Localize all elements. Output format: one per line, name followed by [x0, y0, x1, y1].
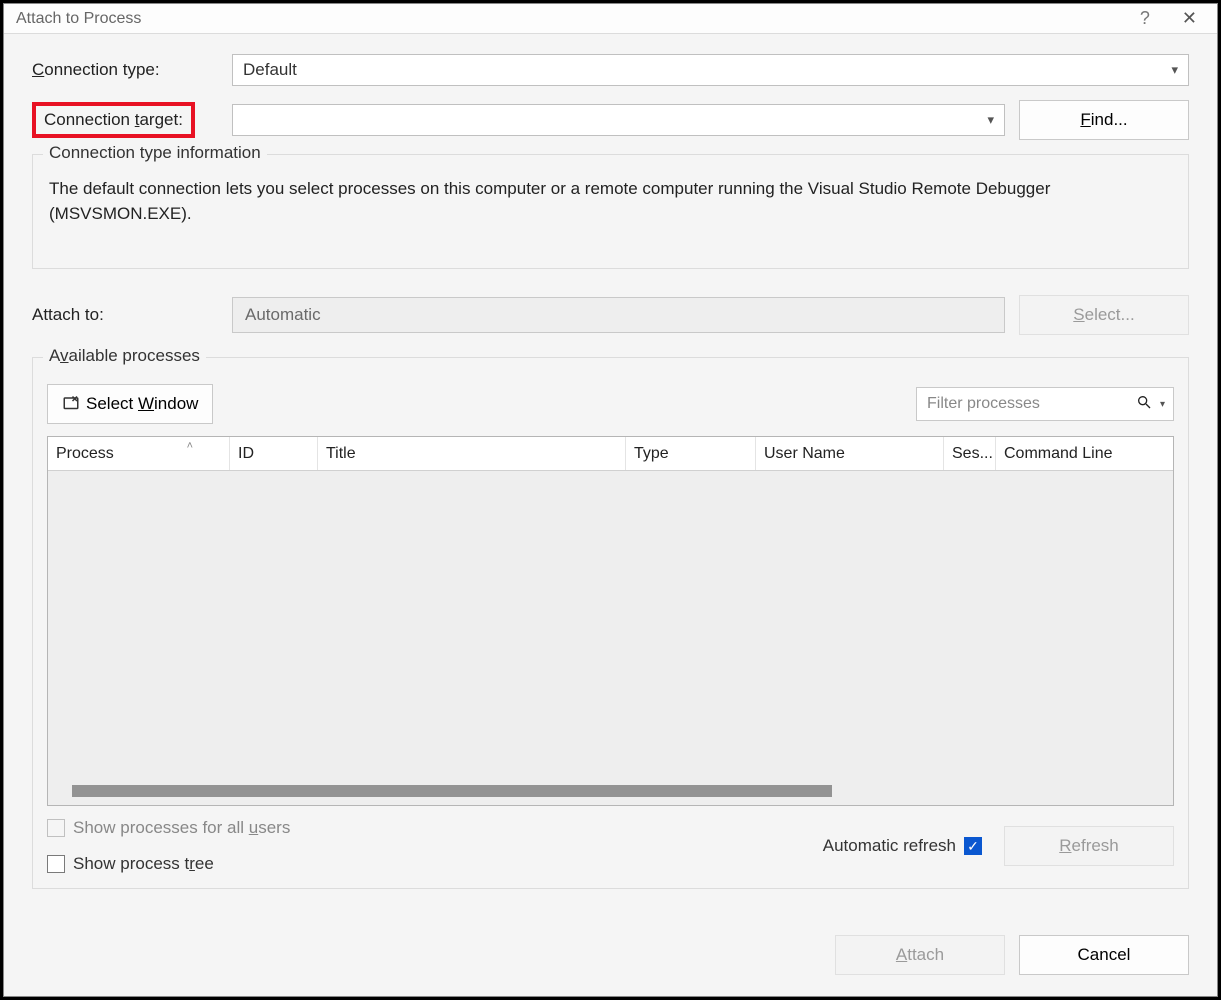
checkbox-box: [47, 819, 65, 837]
search-icon[interactable]: [1136, 394, 1152, 415]
attach-to-process-dialog: Attach to Process ? ✕ Connection type: D…: [3, 3, 1218, 997]
sort-asc-icon: ˄: [187, 440, 193, 452]
connection-type-dropdown[interactable]: Default ▾: [232, 54, 1189, 86]
column-id[interactable]: ID: [230, 437, 318, 470]
column-command-line[interactable]: Command Line: [996, 437, 1173, 470]
connection-target-row: Connection target: ▾ Find...: [32, 100, 1189, 140]
horizontal-scrollbar[interactable]: [72, 785, 1149, 797]
process-grid: Process ˄ ID Title Type User Name Ses...…: [47, 436, 1174, 806]
column-process[interactable]: Process ˄: [48, 437, 230, 470]
scrollbar-thumb[interactable]: [72, 785, 832, 797]
grid-body: [48, 471, 1173, 805]
column-session[interactable]: Ses...: [944, 437, 996, 470]
connection-type-value: Default: [243, 60, 297, 80]
grid-header: Process ˄ ID Title Type User Name Ses...…: [48, 437, 1173, 471]
chevron-down-icon: ▾: [1171, 62, 1178, 78]
filter-processes-input[interactable]: [925, 394, 1136, 414]
help-icon[interactable]: ?: [1140, 8, 1150, 29]
attach-to-row: Attach to: Automatic Select...: [32, 295, 1189, 335]
select-window-button[interactable]: Select Window: [47, 384, 213, 424]
connection-target-label-wrap: Connection target:: [32, 102, 232, 138]
connection-target-dropdown[interactable]: ▾: [232, 104, 1005, 136]
refresh-button[interactable]: Refresh: [1004, 826, 1174, 866]
connection-type-row: Connection type: Default ▾: [32, 54, 1189, 86]
available-processes-group: Available processes Select Window: [32, 357, 1189, 889]
dialog-footer: Attach Cancel: [4, 915, 1217, 999]
connection-target-highlight: Connection target:: [32, 102, 195, 138]
column-title[interactable]: Title: [318, 437, 626, 470]
column-user-name[interactable]: User Name: [756, 437, 944, 470]
title-bar: Attach to Process ? ✕: [4, 4, 1217, 34]
filter-options-chevron-icon[interactable]: ▾: [1160, 399, 1165, 410]
close-icon[interactable]: ✕: [1174, 4, 1205, 33]
filter-processes-wrap[interactable]: ▾: [916, 387, 1174, 421]
available-toolbar: Select Window ▾: [47, 384, 1174, 424]
attach-button[interactable]: Attach: [835, 935, 1005, 975]
show-all-users-checkbox[interactable]: Show processes for all users: [47, 818, 290, 838]
grid-options-row: Show processes for all users Show proces…: [47, 818, 1174, 874]
find-button[interactable]: Find...: [1019, 100, 1189, 140]
connection-type-info-legend: Connection type information: [43, 143, 267, 163]
automatic-refresh-checkbox[interactable]: Automatic refresh ✓: [823, 836, 990, 856]
right-options: Automatic refresh ✓ Refresh: [823, 826, 1174, 866]
attach-to-value: Automatic: [232, 297, 1005, 333]
available-processes-legend: Available processes: [43, 346, 206, 366]
checkbox-box: ✓: [964, 837, 982, 855]
cancel-button[interactable]: Cancel: [1019, 935, 1189, 975]
connection-type-info-group: Connection type information The default …: [32, 154, 1189, 269]
select-window-icon: [62, 395, 80, 413]
show-process-tree-checkbox[interactable]: Show process tree: [47, 854, 290, 874]
connection-type-label: Connection type:: [32, 60, 232, 80]
column-type[interactable]: Type: [626, 437, 756, 470]
connection-type-info-text: The default connection lets you select p…: [47, 173, 1174, 254]
window-title: Attach to Process: [16, 10, 1140, 28]
attach-to-label: Attach to:: [32, 305, 232, 325]
checkbox-box: [47, 855, 65, 873]
dialog-content: Connection type: Default ▾ Connection ta…: [4, 34, 1217, 915]
select-button[interactable]: Select...: [1019, 295, 1189, 335]
chevron-down-icon: ▾: [987, 112, 994, 128]
